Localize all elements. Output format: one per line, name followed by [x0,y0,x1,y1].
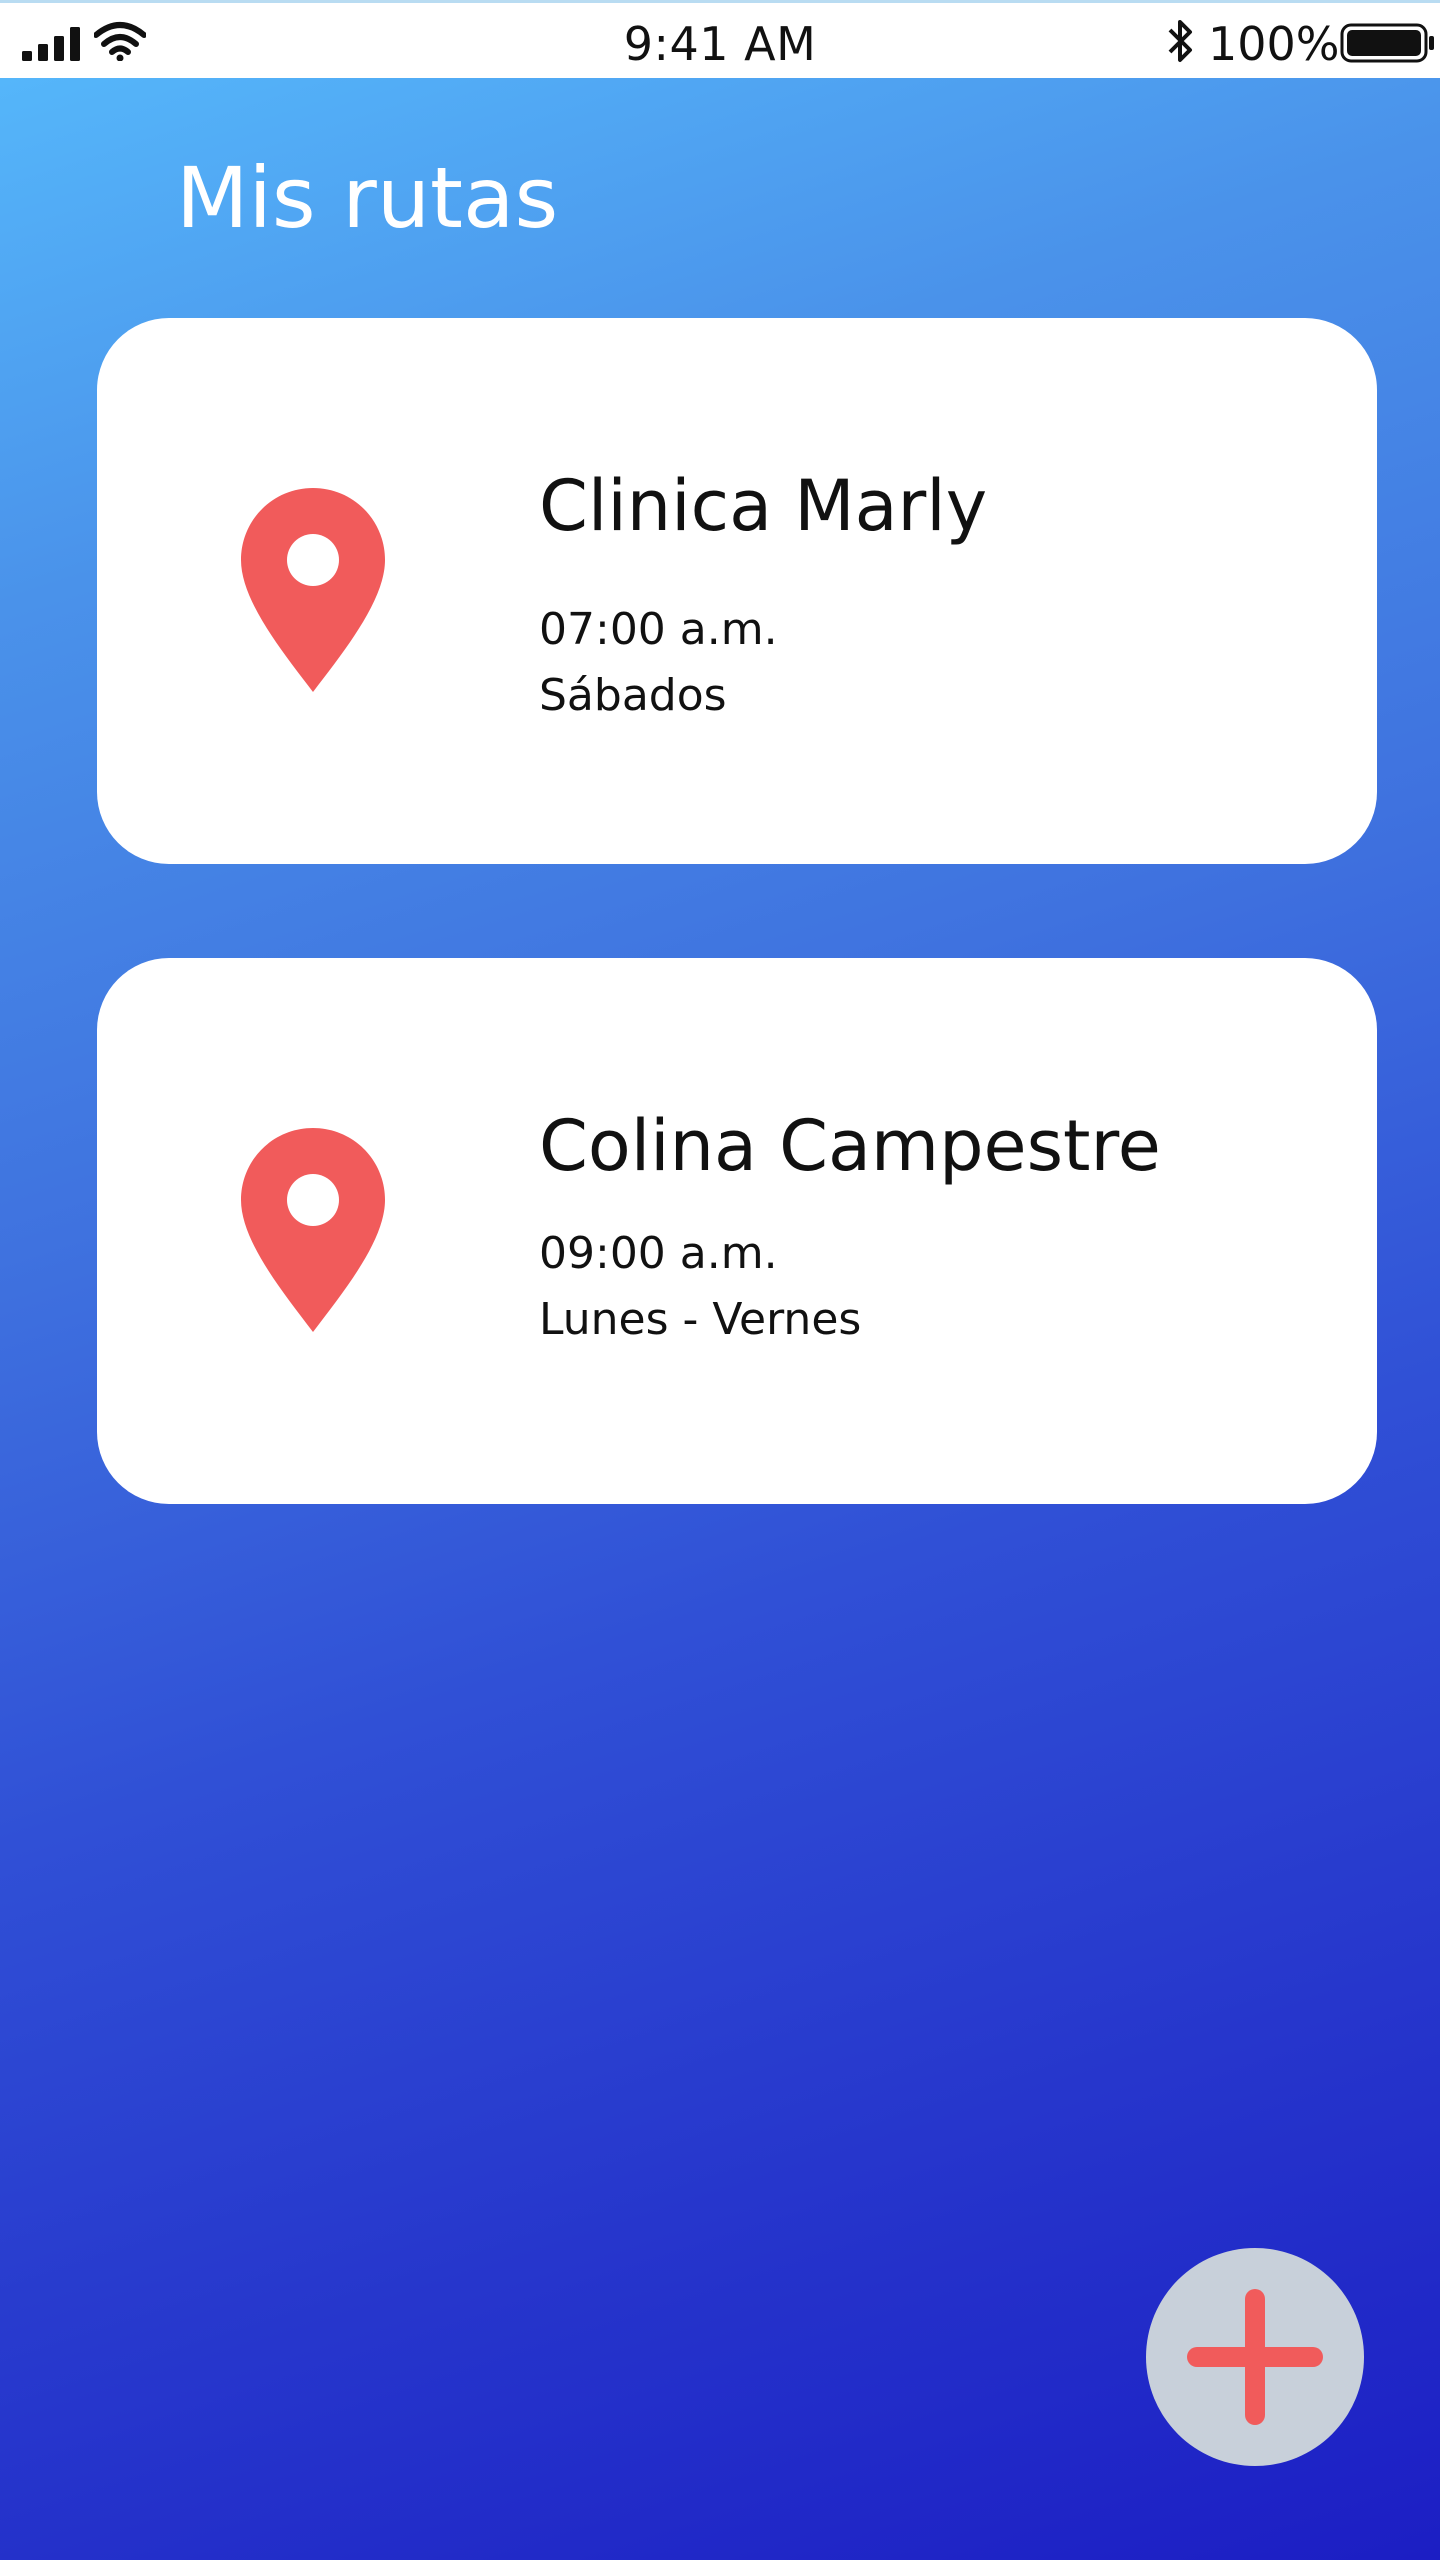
route-details: Clinica Marly 07:00 a.m. Sábados [539,468,987,726]
battery-percent: 100% [1208,17,1340,71]
route-card[interactable]: Clinica Marly 07:00 a.m. Sábados [97,318,1377,864]
route-days: Sábados [539,669,727,721]
add-route-button[interactable] [1146,2248,1364,2466]
route-details: Colina Campestre 09:00 a.m. Lunes - Vern… [539,1108,1161,1350]
route-name: Clinica Marly [539,465,988,547]
route-name: Colina Campestre [539,1105,1161,1187]
battery-icon [1340,23,1434,63]
bluetooth-icon [1168,20,1192,62]
route-card[interactable]: Colina Campestre 09:00 a.m. Lunes - Vern… [97,958,1377,1504]
page-title: Mis rutas [176,149,559,247]
routes-screen[interactable]: Mis rutas Clinica Marly 07:00 a.m. Sábad… [0,78,1440,2560]
location-pin-icon [241,488,385,692]
plus-icon [1187,2289,1323,2425]
status-bar: 9:41 AM 100% [0,0,1440,78]
route-time: 07:00 a.m. [539,604,778,655]
route-days: Lunes - Vernes [539,1293,862,1345]
route-time: 09:00 a.m. [539,1228,778,1279]
location-pin-icon [241,1128,385,1332]
